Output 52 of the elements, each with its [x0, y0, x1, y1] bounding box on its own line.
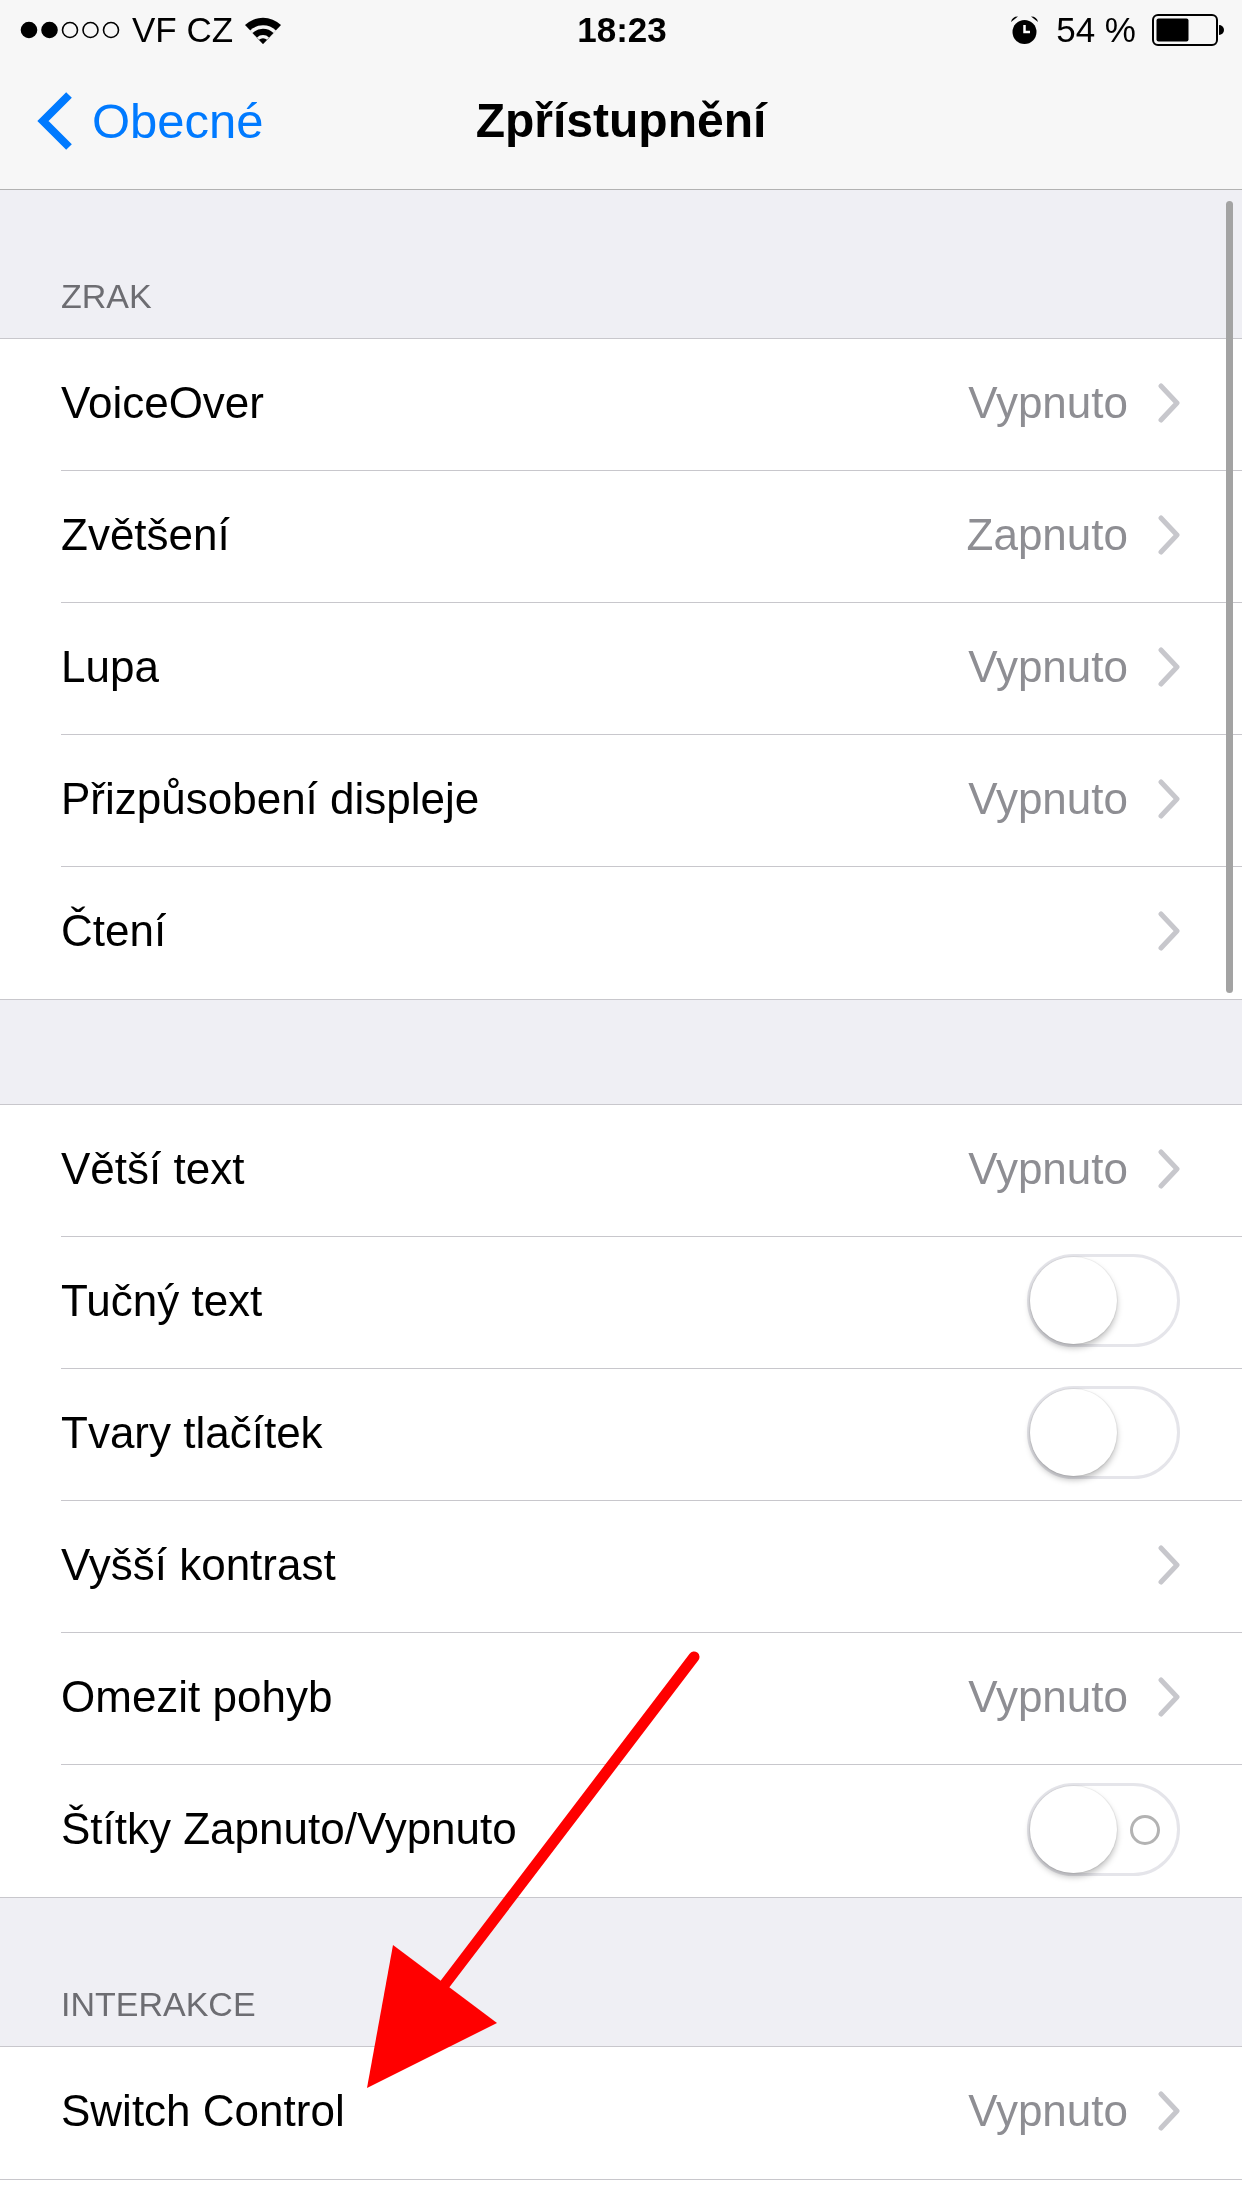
settings-row[interactable]: Štítky Zapnuto/Vypnuto [0, 1765, 1242, 1897]
row-label: Přizpůsobení displeje [61, 773, 481, 824]
screen-title: Zpřístupnění [475, 93, 767, 148]
settings-row[interactable]: VoiceOver Vypnuto [0, 339, 1242, 471]
row-label: Vyšší kontrast [61, 1539, 337, 1590]
row-label: Štítky Zapnuto/Vypnuto [61, 1804, 518, 1854]
chevron-icon [1158, 514, 1180, 555]
row-value: Vypnuto [968, 1671, 1128, 1722]
wifi-icon [245, 16, 282, 44]
row-label: Switch Control [61, 2086, 346, 2136]
row-label: Čtení [61, 906, 168, 956]
settings-row[interactable]: Vyšší kontrast [0, 1501, 1242, 1633]
row-label: Omezit pohyb [61, 1671, 334, 1722]
row-label: Tučný text [61, 1275, 264, 1326]
chevron-icon [1158, 1544, 1180, 1585]
settings-row[interactable]: Přizpůsobení displeje Vypnuto [0, 735, 1242, 867]
row-value: Vypnuto [968, 773, 1128, 824]
chevron-icon [1158, 911, 1180, 951]
row-label: Zvětšení [61, 509, 231, 560]
row-value: Vypnuto [968, 2086, 1128, 2136]
settings-row[interactable]: Tučný text [0, 1237, 1242, 1369]
back-chevron-icon [36, 90, 74, 151]
settings-row[interactable]: Switch Control Vypnuto [0, 2047, 1242, 2179]
status-time: 18:23 [577, 10, 667, 50]
row-value: Zapnuto [966, 509, 1128, 560]
settings-row[interactable]: Zvětšení Zapnuto [0, 471, 1242, 603]
section-header: INTERAKCE [61, 1984, 256, 2024]
row-value: Vypnuto [968, 1143, 1128, 1194]
chevron-icon [1158, 778, 1180, 819]
chevron-icon [1158, 646, 1180, 687]
row-label: Lupa [61, 641, 160, 692]
chevron-icon [1158, 1676, 1180, 1717]
chevron-icon [1158, 2091, 1180, 2131]
back-button[interactable]: Obecné [36, 90, 264, 151]
row-value: Vypnuto [968, 377, 1128, 428]
battery-icon [1152, 14, 1224, 46]
row-label: Tvary tlačítek [61, 1407, 324, 1458]
chevron-icon [1158, 1148, 1180, 1189]
row-value: Vypnuto [968, 641, 1128, 692]
settings-row[interactable]: Tvary tlačítek [0, 1369, 1242, 1501]
signal-strength-icon [20, 21, 120, 39]
row-label: Větší text [61, 1143, 246, 1194]
carrier-name: VF CZ [132, 10, 234, 50]
settings-row[interactable]: Čtení [0, 867, 1242, 999]
battery-percentage: 54 % [1056, 10, 1136, 50]
chevron-icon [1158, 382, 1180, 423]
row-label: VoiceOver [61, 377, 265, 428]
alarm-clock-icon [1009, 14, 1041, 46]
settings-row[interactable]: Lupa Vypnuto [0, 603, 1242, 735]
settings-row[interactable]: Větší text Vypnuto [0, 1105, 1242, 1237]
settings-row[interactable]: Omezit pohyb Vypnuto [0, 1633, 1242, 1765]
section-header: ZRAK [61, 276, 152, 316]
